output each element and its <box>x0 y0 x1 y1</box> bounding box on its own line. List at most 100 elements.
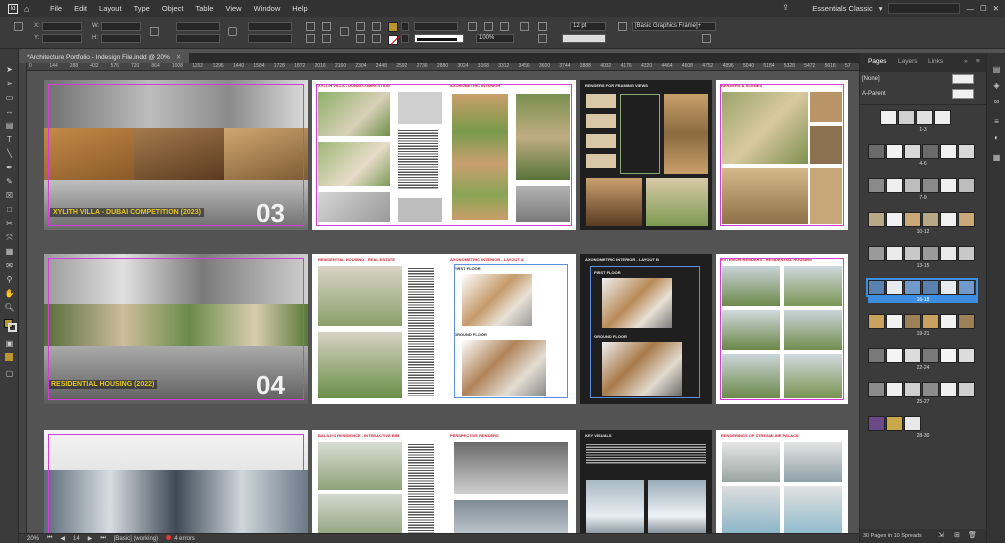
spread-thumb[interactable] <box>868 348 976 363</box>
page-thumb[interactable] <box>868 382 885 397</box>
spread-3-page-5[interactable]: RENDERINGS OF STREAMLINE PALACE <box>716 430 848 533</box>
page-thumb[interactable] <box>868 280 885 295</box>
spread-thumb[interactable] <box>868 178 976 193</box>
spread-3-page-4[interactable]: KEY VISUALS <box>580 430 712 533</box>
menu-help[interactable]: Help <box>286 0 313 17</box>
page-thumb[interactable] <box>904 348 921 363</box>
page-thumb[interactable] <box>958 280 975 295</box>
opacity-field[interactable]: 100% <box>476 34 514 43</box>
free-transform-tool-icon[interactable]: ⤧ <box>4 233 15 243</box>
spread-thumb[interactable] <box>868 246 976 261</box>
paragraph-icon[interactable] <box>340 27 349 36</box>
spread-label[interactable]: 1-3 <box>868 127 978 133</box>
panel-menu-icon[interactable]: ≡ <box>976 58 980 65</box>
page-thumb[interactable] <box>958 348 975 363</box>
menu-layout[interactable]: Layout <box>93 0 128 17</box>
page-thumb[interactable] <box>886 246 903 261</box>
color-icon[interactable]: ◐ <box>992 133 1001 142</box>
page-thumb[interactable] <box>886 280 903 295</box>
page-thumb[interactable] <box>922 178 939 193</box>
page-thumb[interactable] <box>922 280 939 295</box>
workspace-switcher[interactable]: Essentials Classic <box>812 4 872 13</box>
page-thumb[interactable] <box>916 110 933 125</box>
spread-thumb[interactable] <box>868 314 976 329</box>
page-thumb[interactable] <box>868 178 885 193</box>
formatting-container-icon[interactable]: ▣ <box>4 339 15 349</box>
page-thumb[interactable] <box>940 144 957 159</box>
page-thumb[interactable] <box>886 382 903 397</box>
page-thumb[interactable] <box>904 178 921 193</box>
share-icon[interactable]: ⇪ <box>782 3 794 14</box>
page-thumb[interactable] <box>886 416 903 431</box>
stroke-icon[interactable]: ≡ <box>992 117 1001 126</box>
page-thumb[interactable] <box>868 348 885 363</box>
prev-page-icon[interactable]: ◀ <box>60 535 65 542</box>
page-thumb[interactable] <box>880 110 897 125</box>
select-container-icon[interactable] <box>356 22 365 31</box>
minimize-icon[interactable]: — <box>966 4 974 13</box>
menu-file[interactable]: File <box>44 0 68 17</box>
links-icon[interactable]: ∞ <box>992 97 1001 106</box>
x-field[interactable] <box>42 22 82 31</box>
page-thumb[interactable] <box>940 212 957 227</box>
y-field[interactable] <box>42 34 82 43</box>
scale-y-field[interactable] <box>176 34 220 43</box>
page-thumb[interactable] <box>868 314 885 329</box>
page-thumb[interactable] <box>904 212 921 227</box>
page-thumb[interactable] <box>934 110 951 125</box>
text-wrap-alt-icon[interactable] <box>538 34 547 43</box>
page-thumb[interactable] <box>922 212 939 227</box>
tab-pages[interactable]: Pages <box>863 53 891 72</box>
rotate-ccw-icon[interactable] <box>306 34 315 43</box>
spread-label[interactable]: 13-15 <box>868 263 978 269</box>
maximize-icon[interactable]: ☐ <box>980 4 987 13</box>
rectangle-frame-tool-icon[interactable]: ☒ <box>4 191 15 201</box>
spread-label[interactable]: 10-12 <box>868 229 978 235</box>
stroke-swatch[interactable] <box>388 35 398 45</box>
page-thumb[interactable] <box>958 382 975 397</box>
page-thumb[interactable] <box>958 212 975 227</box>
page-thumb[interactable] <box>904 246 921 261</box>
gradient-tool-icon[interactable]: ▦ <box>4 247 15 257</box>
object-style-select[interactable]: [Basic Graphics Frame]+ <box>632 22 716 31</box>
page-thumb[interactable] <box>886 178 903 193</box>
scale-x-field[interactable] <box>176 22 220 31</box>
page-thumb[interactable] <box>958 246 975 261</box>
home-icon[interactable]: ⌂ <box>24 3 36 15</box>
spread-thumb[interactable] <box>868 144 976 159</box>
next-page-icon[interactable]: ▶ <box>88 535 93 542</box>
delete-page-icon[interactable]: 🗑︎ <box>968 529 977 543</box>
tab-layers[interactable]: Layers <box>898 58 918 65</box>
spread-thumb[interactable] <box>868 212 976 227</box>
page-thumb[interactable] <box>868 144 885 159</box>
page-thumb[interactable] <box>904 314 921 329</box>
page-thumb[interactable] <box>904 382 921 397</box>
spread-1-page-5[interactable]: RENDERS & SCENES <box>716 80 848 230</box>
note-tool-icon[interactable]: ✉ <box>4 261 15 271</box>
spread-2-page-5[interactable]: EXTERIOR RENDERS - RESIDENTIAL HOUSING <box>716 254 848 404</box>
zoom-tool-icon[interactable]: 🔍︎ <box>4 303 15 313</box>
flip-h-icon[interactable] <box>322 22 331 31</box>
gap-tool-icon[interactable]: ↔ <box>4 107 15 117</box>
page-thumb[interactable] <box>958 144 975 159</box>
selection-tool-icon[interactable]: ➤ <box>4 65 15 75</box>
menu-view[interactable]: View <box>219 0 247 17</box>
search-input[interactable] <box>888 3 961 14</box>
spread-thumb[interactable] <box>868 416 922 431</box>
page-thumb[interactable] <box>940 280 957 295</box>
page-tool-icon[interactable]: ▭ <box>4 93 15 103</box>
fit-content-icon[interactable] <box>484 22 493 31</box>
page-thumb[interactable] <box>868 246 885 261</box>
page-thumb[interactable] <box>904 280 921 295</box>
layers-icon[interactable]: ◈ <box>992 81 1001 90</box>
spread-thumb[interactable] <box>868 382 976 397</box>
spread-thumb[interactable] <box>880 110 952 125</box>
type-tool-icon[interactable]: T <box>4 135 15 145</box>
swatches-icon[interactable]: ▦ <box>992 153 1001 162</box>
screen-mode-icon[interactable]: ▢ <box>4 369 15 379</box>
spread-1-right[interactable]: XYLITH VILLA - DUBAI COMPETITION AXONOME… <box>312 80 576 230</box>
page-thumb[interactable] <box>886 348 903 363</box>
none-parent-thumb[interactable] <box>952 74 974 84</box>
none-parent[interactable]: [None] <box>862 76 880 82</box>
fill-dropdown[interactable] <box>401 22 409 31</box>
